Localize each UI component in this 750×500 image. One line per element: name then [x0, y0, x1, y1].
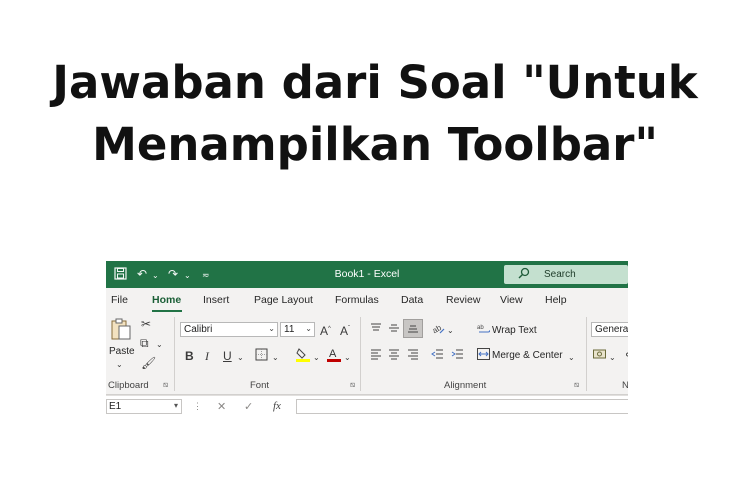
ribbon-tabs: File Home Insert Page Layout Formulas Da… — [106, 288, 628, 312]
increase-font-size-icon[interactable]: A^ — [320, 322, 331, 338]
insert-function-icon[interactable]: fx — [273, 400, 281, 412]
search-box[interactable]: Search — [504, 265, 628, 284]
svg-text:ab: ab — [477, 325, 484, 331]
fill-color-icon[interactable] — [296, 347, 310, 365]
font-color-dropdown-icon[interactable]: ⌄ — [344, 351, 351, 365]
merge-center-label[interactable]: Merge & Center — [492, 350, 563, 361]
align-bottom-icon — [407, 322, 419, 337]
tab-data[interactable]: Data — [401, 294, 423, 306]
chevron-down-icon: ⌄ — [305, 324, 312, 333]
ribbon-home: Paste ⌄ ✂ ⧉ ⌄ 🖌 Clipboard ⧅ Calibri ⌄ 11… — [106, 312, 628, 395]
bold-icon[interactable]: B — [185, 349, 194, 363]
font-group-label: Font — [250, 380, 270, 391]
increase-indent-icon[interactable] — [451, 348, 464, 363]
underline-dropdown-icon[interactable]: ⌄ — [237, 351, 244, 365]
name-box[interactable]: E1 ▾ — [106, 399, 182, 414]
number-format-combo[interactable]: General — [591, 322, 628, 337]
align-center-icon[interactable] — [388, 348, 400, 363]
orientation-icon[interactable]: ab — [431, 321, 445, 338]
tab-formulas[interactable]: Formulas — [335, 294, 379, 306]
fill-color-dropdown-icon[interactable]: ⌄ — [313, 351, 320, 365]
chevron-down-icon: ▾ — [173, 401, 178, 410]
font-size-combo[interactable]: 11 ⌄ — [280, 322, 315, 337]
accounting-format-icon[interactable] — [593, 348, 606, 363]
clipboard-group-label: Clipboard — [108, 380, 149, 391]
tab-view[interactable]: View — [500, 294, 523, 306]
decrease-font-size-icon[interactable]: Aˇ — [340, 322, 350, 338]
merge-center-icon[interactable] — [477, 348, 490, 363]
number-format-value: General — [595, 324, 628, 335]
excel-window: ↶ ⌄ ↷ ⌄ ≂ Book1 - Excel Search File Home… — [106, 261, 628, 416]
cut-icon[interactable]: ✂ — [141, 317, 151, 331]
tab-insert[interactable]: Insert — [203, 294, 229, 306]
font-launcher-icon[interactable]: ⧅ — [350, 380, 355, 390]
headline-line-2: Menampilkan Toolbar" — [92, 118, 658, 171]
svg-text:A: A — [329, 348, 337, 360]
align-right-icon[interactable] — [407, 348, 419, 363]
title-bar: ↶ ⌄ ↷ ⌄ ≂ Book1 - Excel Search — [106, 261, 628, 288]
borders-dropdown-icon[interactable]: ⌄ — [272, 351, 279, 365]
cancel-icon[interactable]: ✕ — [217, 400, 226, 413]
chevron-down-icon: ⌄ — [268, 324, 275, 333]
group-divider — [360, 317, 361, 391]
formula-bar: E1 ▾ ⋮ ✕ ✓ fx — [106, 395, 628, 416]
font-name-value: Calibri — [184, 324, 213, 335]
borders-icon[interactable] — [255, 348, 268, 364]
underline-icon[interactable]: U — [223, 349, 232, 363]
search-placeholder: Search — [544, 269, 576, 280]
group-divider — [174, 317, 175, 391]
paste-label[interactable]: Paste — [109, 346, 135, 357]
italic-icon[interactable]: I — [205, 349, 209, 363]
copy-icon[interactable]: ⧉ — [140, 336, 149, 350]
merge-dropdown-icon[interactable]: ⌄ — [568, 351, 575, 365]
alignment-group-label: Alignment — [444, 380, 487, 391]
tab-page-layout[interactable]: Page Layout — [254, 294, 313, 306]
align-middle-icon[interactable] — [388, 322, 400, 337]
tab-review[interactable]: Review — [446, 294, 480, 306]
align-bottom-button[interactable] — [403, 319, 423, 338]
enter-icon[interactable]: ✓ — [244, 400, 253, 413]
decrease-indent-icon[interactable] — [431, 348, 444, 363]
font-size-value: 11 — [284, 324, 295, 335]
orientation-dropdown-icon[interactable]: ⌄ — [447, 324, 454, 338]
clipboard-launcher-icon[interactable]: ⧅ — [163, 380, 168, 390]
svg-text:ab: ab — [431, 323, 443, 335]
paste-dropdown-icon[interactable]: ⌄ — [116, 358, 123, 372]
tab-home[interactable]: Home — [152, 294, 181, 306]
align-top-icon[interactable] — [370, 322, 382, 337]
more-options-icon[interactable]: ⋮ — [193, 401, 202, 412]
wrap-text-icon[interactable]: ab — [477, 323, 491, 338]
headline: Jawaban dari Soal "Untuk Menampilkan Too… — [0, 52, 750, 176]
accounting-dropdown-icon[interactable]: ⌄ — [609, 351, 616, 365]
font-name-combo[interactable]: Calibri ⌄ — [180, 322, 278, 337]
copy-dropdown-icon[interactable]: ⌄ — [156, 338, 163, 352]
paste-icon[interactable] — [110, 317, 132, 344]
tab-help[interactable]: Help — [545, 294, 567, 306]
tab-file[interactable]: File — [111, 294, 128, 306]
name-box-value: E1 — [109, 401, 122, 412]
formula-input[interactable] — [296, 399, 628, 414]
font-color-icon[interactable]: A — [327, 347, 341, 365]
number-group-label: N — [622, 380, 628, 391]
group-divider — [586, 317, 587, 391]
search-icon — [518, 267, 530, 282]
headline-line-1: Jawaban dari Soal "Untuk — [52, 56, 698, 109]
wrap-text-label[interactable]: Wrap Text — [492, 325, 537, 336]
align-left-icon[interactable] — [370, 348, 382, 363]
alignment-launcher-icon[interactable]: ⧅ — [574, 380, 579, 390]
percent-icon[interactable]: ⚬ — [623, 348, 628, 362]
format-painter-icon[interactable]: 🖌 — [141, 356, 156, 370]
